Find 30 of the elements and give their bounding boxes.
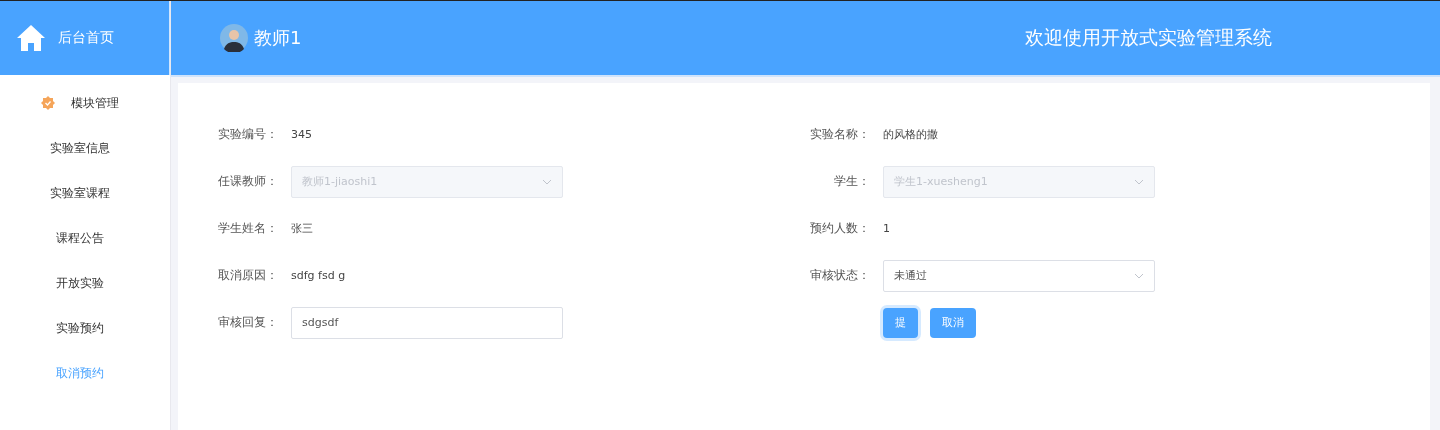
sidebar-item[interactable]: 开放实验 bbox=[56, 273, 104, 293]
badge-icon bbox=[41, 96, 55, 110]
field-label: 学生姓名： bbox=[217, 220, 279, 237]
field-label: 学生： bbox=[833, 173, 871, 190]
field-label: 任课教师： bbox=[217, 173, 279, 190]
field-label: 实验名称： bbox=[809, 126, 871, 143]
user-name: 教师1 bbox=[254, 26, 302, 50]
chevron-down-icon bbox=[1134, 272, 1144, 279]
input-field[interactable]: sdgsdf bbox=[291, 306, 563, 339]
field-label: 取消原因： bbox=[217, 267, 279, 284]
avatar-icon bbox=[220, 24, 248, 52]
sidebar-item[interactable]: 实验室信息 bbox=[50, 138, 110, 158]
sidebar-item[interactable]: 实验室课程 bbox=[50, 183, 110, 203]
chevron-down-icon bbox=[1134, 178, 1144, 185]
sidebar-item[interactable]: 实验预约 bbox=[56, 318, 104, 338]
field-label: 审核回复： bbox=[217, 314, 279, 331]
field-label: 预约人数： bbox=[809, 220, 871, 237]
field-value: 的风格的撒 bbox=[883, 127, 938, 142]
sidebar-item[interactable]: 课程公告 bbox=[56, 228, 104, 248]
field-value: 张三 bbox=[291, 221, 313, 236]
chevron-down-icon bbox=[542, 178, 552, 185]
home-icon bbox=[16, 24, 46, 52]
field-value: sdfg fsd g bbox=[291, 269, 346, 282]
field-label: 审核状态： bbox=[809, 267, 871, 284]
field-label: 实验编号： bbox=[217, 126, 279, 143]
field-value: 345 bbox=[291, 128, 312, 141]
select-field[interactable]: 未通过 bbox=[883, 259, 1155, 292]
system-title: 欢迎使用开放式实验管理系统 bbox=[1025, 25, 1272, 50]
field-value: 1 bbox=[883, 222, 890, 235]
menu-group[interactable]: 模块管理 bbox=[41, 93, 119, 113]
